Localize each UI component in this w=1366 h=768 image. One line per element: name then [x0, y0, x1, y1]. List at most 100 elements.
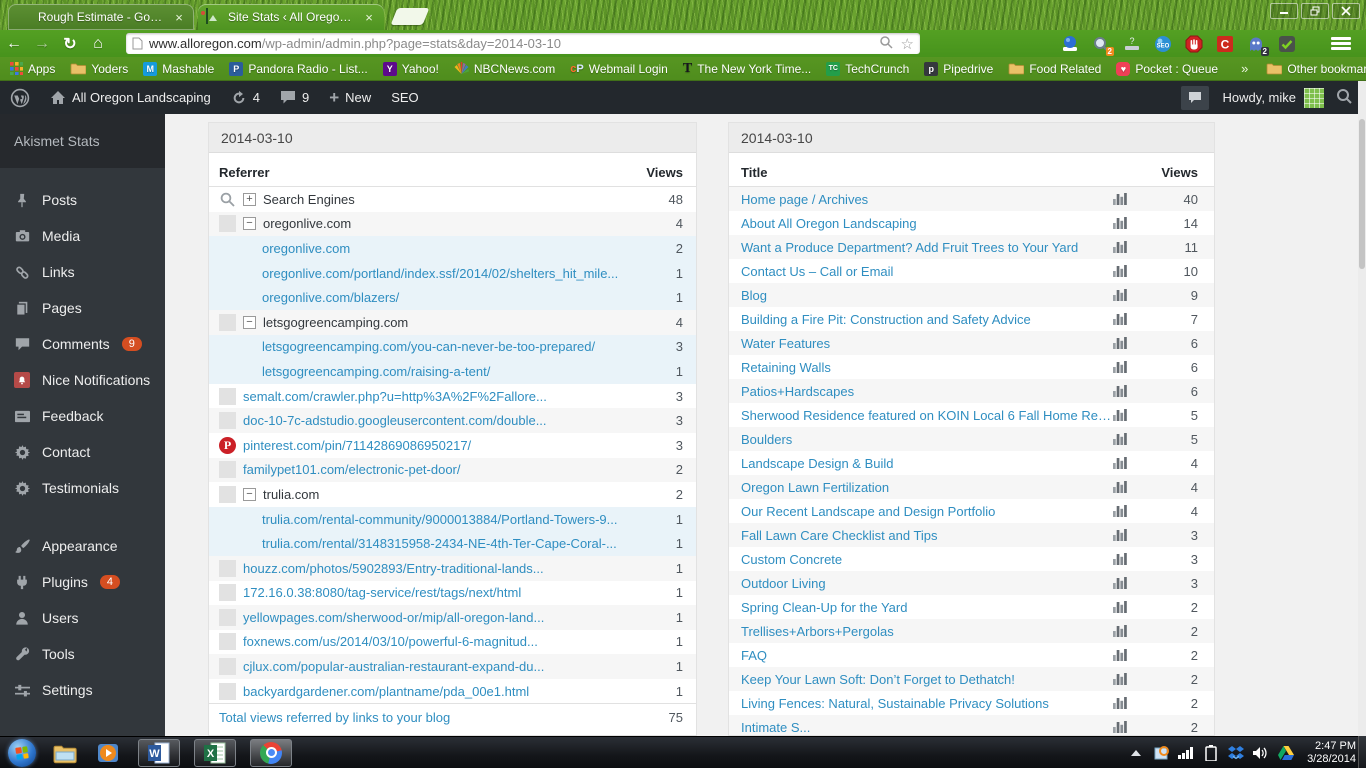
chart-bars-icon[interactable] [1112, 720, 1128, 734]
title-link[interactable]: Landscape Design & Build [741, 456, 1112, 471]
title-link[interactable]: Outdoor Living [741, 576, 1112, 591]
title-link[interactable]: Sherwood Residence featured on KOIN Loca… [741, 408, 1112, 423]
bookmark-mashable[interactable]: M Mashable [143, 61, 214, 76]
title-link[interactable]: Oregon Lawn Fertilization [741, 480, 1112, 495]
sidebar-item-settings[interactable]: Settings [0, 672, 165, 708]
title-link[interactable]: Patios+Hardscapes [741, 384, 1112, 399]
bookmark-pandora-radio-list[interactable]: P Pandora Radio - List... [229, 61, 368, 76]
title-link[interactable]: Blog [741, 288, 1112, 303]
referrer-link[interactable]: oregonlive.com [262, 241, 649, 256]
title-link[interactable]: Home page / Archives [741, 192, 1112, 207]
sidebar-item-pages[interactable]: Pages [0, 290, 165, 326]
sidebar-item-links[interactable]: Links [0, 254, 165, 290]
referrer-link[interactable]: cjlux.com/popular-australian-restaurant-… [243, 659, 649, 674]
sidebar-item-feedback[interactable]: Feedback [0, 398, 165, 434]
start-button[interactable] [8, 738, 36, 767]
title-link[interactable]: Custom Concrete [741, 552, 1112, 567]
back-icon[interactable]: ← [0, 35, 28, 53]
forward-icon[interactable]: → [28, 35, 56, 53]
sidebar-item-plugins[interactable]: Plugins 4 [0, 564, 165, 600]
title-link[interactable]: Fall Lawn Care Checklist and Tips [741, 528, 1112, 543]
battery-icon[interactable] [1203, 745, 1219, 761]
chart-bars-icon[interactable] [1112, 216, 1128, 230]
excel-taskbar-button[interactable]: X [194, 738, 236, 767]
chart-bars-icon[interactable] [1112, 336, 1128, 350]
bookmarks-overflow-icon[interactable]: » [1241, 61, 1248, 76]
tray-expand-icon[interactable] [1128, 745, 1144, 761]
bookmark-nbcnews-com[interactable]: NBCNews.com [454, 62, 555, 76]
zoom-icon[interactable] [879, 35, 893, 52]
chart-bars-icon[interactable] [1112, 240, 1128, 254]
sidebar-item-testimonials[interactable]: Testimonials [0, 470, 165, 506]
referrer-link[interactable]: 172.16.0.38:8080/tag-service/rest/tags/n… [243, 585, 649, 600]
blue-orb-extension-icon[interactable] [1061, 35, 1079, 53]
sidebar-item-posts[interactable]: Posts [0, 182, 165, 218]
stop-hand-extension-icon[interactable] [1185, 35, 1203, 53]
bookmark-apps[interactable]: Apps [10, 62, 55, 76]
chart-bars-icon[interactable] [1112, 312, 1128, 326]
title-link[interactable]: Want a Produce Department? Add Fruit Tre… [741, 240, 1112, 255]
total-views-link[interactable]: Total views referred by links to your bl… [219, 710, 669, 725]
sidebar-item-comments[interactable]: Comments 9 [0, 326, 165, 362]
reload-icon[interactable]: ↻ [56, 34, 84, 54]
tray-question-extension-icon[interactable]: ? [1123, 35, 1141, 53]
referrer-link[interactable]: trulia.com/rental-community/9000013884/P… [262, 512, 649, 527]
sidebar-item-appearance[interactable]: Appearance [0, 528, 165, 564]
chart-bars-icon[interactable] [1112, 504, 1128, 518]
c-square-extension-icon[interactable]: C [1216, 35, 1234, 53]
check-shield-extension-icon[interactable] [1278, 35, 1296, 53]
referrer-link[interactable]: pinterest.com/pin/71142869086950217/ [243, 438, 649, 453]
new-content-link[interactable]: + New [319, 81, 381, 114]
sidebar-item-tools[interactable]: Tools [0, 636, 165, 672]
action-center-icon[interactable] [1153, 745, 1170, 761]
chart-bars-icon[interactable] [1112, 408, 1128, 422]
chart-bars-icon[interactable] [1112, 288, 1128, 302]
referrer-link[interactable]: semalt.com/crawler.php?u=http%3A%2F%2Fal… [243, 389, 649, 404]
close-button[interactable] [1332, 3, 1360, 19]
tab-site-stats[interactable]: Site Stats ‹ All Oregon Lan × [198, 4, 384, 30]
bookmark-webmail-login[interactable]: cP Webmail Login [570, 62, 668, 76]
title-link[interactable]: Living Fences: Natural, Sustainable Priv… [741, 696, 1112, 711]
new-tab-button[interactable] [390, 8, 430, 25]
title-link[interactable]: Keep Your Lawn Soft: Don’t Forget to Det… [741, 672, 1112, 687]
referrer-link[interactable]: doc-10-7c-adstudio.googleusercontent.com… [243, 413, 649, 428]
comments-link[interactable]: 9 [270, 81, 319, 114]
restore-button[interactable] [1301, 3, 1329, 19]
title-link[interactable]: About All Oregon Landscaping [741, 216, 1112, 231]
title-link[interactable]: Building a Fire Pit: Construction and Sa… [741, 312, 1112, 327]
howdy-text[interactable]: Howdy, mike [1223, 90, 1296, 105]
referrer-link[interactable]: letsgogreencamping.com/you-can-never-be-… [262, 339, 649, 354]
wp-logo-icon[interactable] [0, 81, 40, 114]
title-link[interactable]: Boulders [741, 432, 1112, 447]
referrer-link[interactable]: backyardgardener.com/plantname/pda_00e1.… [243, 684, 649, 699]
sidebar-item-media[interactable]: Media [0, 218, 165, 254]
taskbar-clock[interactable]: 2:47 PM 3/28/2014 [1307, 740, 1356, 766]
other-bookmarks[interactable]: Other bookmarks [1266, 62, 1366, 76]
page-scrollbar[interactable] [1358, 81, 1366, 736]
show-desktop-button[interactable] [1358, 736, 1366, 768]
chart-bars-icon[interactable] [1112, 672, 1128, 686]
search-icon[interactable] [1336, 88, 1352, 107]
chart-bars-icon[interactable] [1112, 552, 1128, 566]
expander-minus-icon[interactable]: − [243, 217, 256, 231]
title-link[interactable]: Retaining Walls [741, 360, 1112, 375]
expander-plus-icon[interactable]: + [243, 192, 256, 206]
chart-bars-icon[interactable] [1112, 696, 1128, 710]
minimize-button[interactable] [1270, 3, 1298, 19]
chart-bars-icon[interactable] [1112, 648, 1128, 662]
sidebar-item-users[interactable]: Users [0, 600, 165, 636]
chart-bars-icon[interactable] [1112, 360, 1128, 374]
updates-link[interactable]: 4 [221, 81, 270, 114]
dropbox-icon[interactable] [1228, 745, 1245, 761]
title-link[interactable]: Our Recent Landscape and Design Portfoli… [741, 504, 1112, 519]
url-bar[interactable]: www.alloregon.com /wp-admin/admin.php?pa… [126, 33, 920, 54]
referrer-link[interactable]: familypet101.com/electronic-pet-door/ [243, 462, 649, 477]
home-icon[interactable]: ⌂ [84, 35, 112, 53]
bookmark-the-new-york-time[interactable]: T The New York Time... [683, 61, 811, 77]
chart-bars-icon[interactable] [1112, 528, 1128, 542]
volume-icon[interactable] [1253, 745, 1269, 761]
network-icon[interactable] [1178, 745, 1194, 761]
magnifier-extension-icon[interactable]: 2 [1092, 35, 1114, 56]
word-taskbar-button[interactable]: W [138, 738, 180, 767]
chart-bars-icon[interactable] [1112, 264, 1128, 278]
